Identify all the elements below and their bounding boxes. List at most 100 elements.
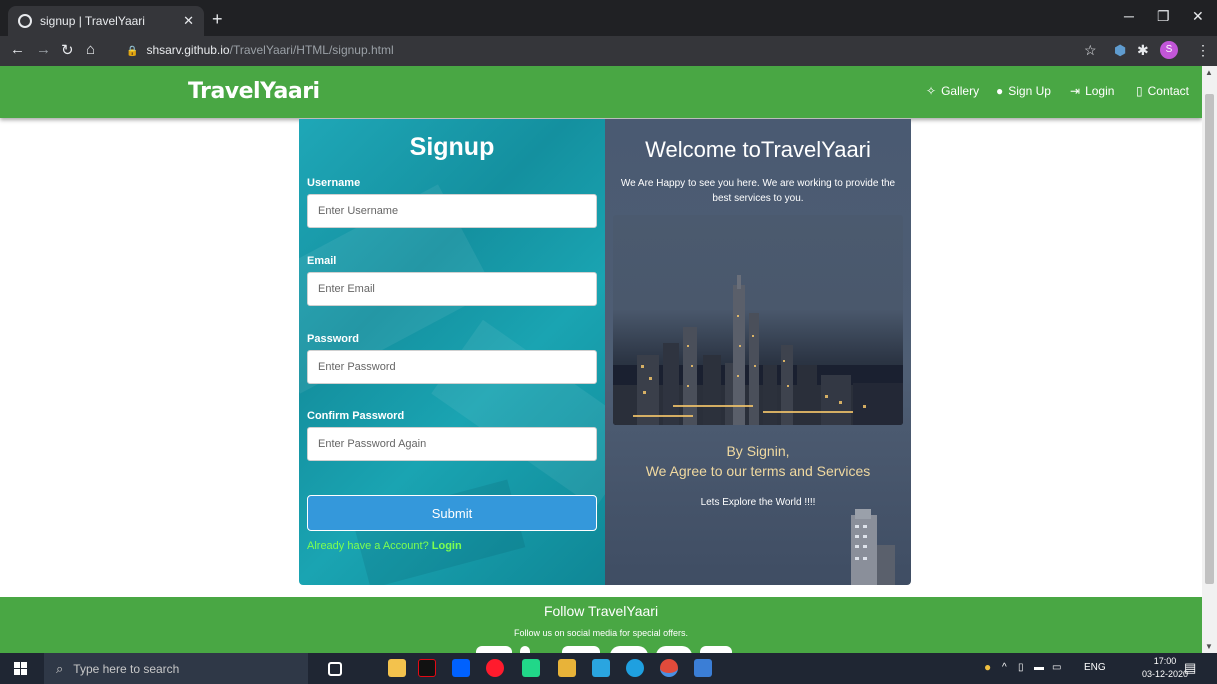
forward-icon[interactable]: → xyxy=(36,41,51,58)
url-host: shsarv.github.io xyxy=(146,43,230,57)
phone-icon: ▯ xyxy=(1136,84,1143,98)
site-header: TravelYaari ✧ Gallery ● Sign Up ⇥ Login ▯ Co… xyxy=(0,66,1202,118)
opera-icon[interactable] xyxy=(486,659,504,677)
word-icon[interactable] xyxy=(694,659,712,677)
signup-form-pane: Signup Username Email Password Confirm P… xyxy=(299,119,647,585)
password-input[interactable] xyxy=(307,350,597,384)
confirm-password-input[interactable] xyxy=(307,427,597,461)
footer-subtitle: Follow us on social media for special of… xyxy=(514,628,688,638)
clock-time: 17:00 xyxy=(1153,656,1177,666)
home-icon[interactable]: ⌂ xyxy=(86,41,95,58)
tab-close-icon[interactable]: ✕ xyxy=(183,13,194,29)
social-linkedin-icon[interactable] xyxy=(656,646,692,653)
taskbar-search-placeholder: Type here to search xyxy=(73,661,180,676)
help-icon[interactable]: ● xyxy=(984,660,991,674)
url-path: /TravelYaari/HTML/signup.html xyxy=(229,43,394,57)
scroll-up-icon[interactable]: ▲ xyxy=(1205,68,1213,77)
nav-login-label: Login xyxy=(1085,84,1115,98)
agree-terms-text: We Agree to our terms and Services xyxy=(645,463,871,479)
social-facebook-icon[interactable] xyxy=(476,646,512,653)
site-logo[interactable]: TravelYaari xyxy=(188,79,320,104)
lock-icon: 🔒 xyxy=(126,46,139,57)
email-input[interactable] xyxy=(307,272,597,306)
globe-icon xyxy=(18,14,32,28)
password-label: Password xyxy=(307,333,359,345)
have-account-text: Already have a Account? Login xyxy=(307,540,462,552)
user-icon: ● xyxy=(996,84,1004,98)
search-icon: ⌕ xyxy=(56,660,64,676)
extensions-puzzle-icon[interactable]: ✱ xyxy=(1137,42,1149,59)
login-link[interactable]: Login xyxy=(432,540,462,552)
dropbox-icon[interactable] xyxy=(452,659,470,677)
file-explorer-icon[interactable] xyxy=(388,659,406,677)
confirm-password-label: Confirm Password xyxy=(307,410,405,422)
social-youtube-icon[interactable] xyxy=(610,646,648,653)
email-label: Email xyxy=(307,255,337,267)
social-twitter-icon[interactable] xyxy=(520,646,530,653)
welcome-title: Welcome toTravelYaari xyxy=(645,137,871,162)
page-viewport: TravelYaari ✧ Gallery ● Sign Up ⇥ Login ▯ Co… xyxy=(0,66,1217,653)
page-scrollbar[interactable]: ▲ ▼ xyxy=(1202,66,1217,653)
notification-icon[interactable]: ▤ xyxy=(1184,660,1196,676)
nav-signup[interactable]: ● Sign Up xyxy=(996,84,1051,98)
nav-gallery-label: Gallery xyxy=(941,84,980,98)
social-instagram-icon[interactable] xyxy=(562,646,600,653)
chrome-icon[interactable] xyxy=(660,659,678,677)
signup-title: Signup xyxy=(409,133,495,161)
tab-title: signup | TravelYaari xyxy=(40,14,145,28)
store-icon[interactable] xyxy=(558,659,576,677)
have-account-label: Already have a Account? xyxy=(307,540,429,552)
minimize-icon[interactable]: ─ xyxy=(1124,8,1134,24)
maximize-icon[interactable]: ❐ xyxy=(1157,8,1170,25)
pycharm-icon[interactable] xyxy=(522,659,540,677)
login-icon: ⇥ xyxy=(1070,84,1081,98)
extension-icon[interactable]: ⬢ xyxy=(1114,42,1126,59)
social-github-icon[interactable] xyxy=(700,646,732,653)
city-skyline-graphic xyxy=(613,275,903,425)
keyboard-icon[interactable]: ▭ xyxy=(1052,662,1061,673)
scroll-down-icon[interactable]: ▼ xyxy=(1205,642,1213,651)
battery-icon[interactable]: ▬ xyxy=(1034,662,1044,673)
nav-contact-label: Contact xyxy=(1147,84,1189,98)
new-tab-icon[interactable]: + xyxy=(212,9,223,30)
taskbar-clock[interactable]: 17:00 03-12-2020 xyxy=(1142,655,1188,681)
terms-notice: By Signin, We Agree to our terms and Ser… xyxy=(605,441,911,481)
taskbar-search[interactable]: ⌕ Type here to search xyxy=(44,653,308,684)
tray-chevron-icon[interactable]: ^ xyxy=(1002,662,1007,673)
menu-kebab-icon[interactable]: ⋮ xyxy=(1196,42,1210,59)
username-label: Username xyxy=(307,177,361,189)
windows-start-icon[interactable] xyxy=(14,662,27,675)
url-field[interactable]: 🔒 shsarv.github.io/TravelYaari/HTML/signu… xyxy=(126,43,394,57)
signup-card: Signup Username Email Password Confirm P… xyxy=(299,119,911,585)
browser-tab[interactable]: signup | TravelYaari ✕ xyxy=(8,6,204,36)
netflix-icon[interactable] xyxy=(418,659,436,677)
nav-signup-label: Sign Up xyxy=(1008,84,1051,98)
nav-contact[interactable]: ▯ Contact xyxy=(1136,84,1189,98)
welcome-text: We Are Happy to see you here. We are wor… xyxy=(620,178,896,204)
tower-graphic xyxy=(851,509,895,585)
back-icon[interactable]: ← xyxy=(10,41,25,58)
gallery-icon: ✧ xyxy=(926,84,937,98)
username-input[interactable] xyxy=(307,194,597,228)
profile-avatar[interactable]: S xyxy=(1160,41,1178,59)
mail-icon[interactable] xyxy=(592,659,610,677)
windows-taskbar: ⌕ Type here to search ● ^ ▯ ▬ ▭ ENG 17:0… xyxy=(0,653,1217,684)
browser-tab-bar: signup | TravelYaari ✕ + ─ ❐ ✕ xyxy=(0,0,1217,36)
footer-title: Follow TravelYaari xyxy=(543,603,659,619)
clock-date: 03-12-2020 xyxy=(1142,669,1189,679)
site-footer: Follow TravelYaari Follow us on social m… xyxy=(0,597,1202,653)
submit-button[interactable]: Submit xyxy=(307,495,597,531)
task-view-icon[interactable] xyxy=(328,662,342,676)
edge-icon[interactable] xyxy=(626,659,644,677)
close-window-icon[interactable]: ✕ xyxy=(1192,8,1204,25)
nav-login[interactable]: ⇥ Login xyxy=(1070,84,1114,98)
by-signin-text: By Signin, xyxy=(726,443,790,459)
language-indicator[interactable]: ENG xyxy=(1084,662,1106,673)
city-skyline-image xyxy=(613,215,903,425)
reload-icon[interactable]: ↻ xyxy=(61,41,74,59)
welcome-pane: Welcome toTravelYaari We Are Happy to se… xyxy=(605,119,911,585)
scrollbar-thumb[interactable] xyxy=(1205,94,1214,584)
network-icon[interactable]: ▯ xyxy=(1018,662,1024,673)
nav-gallery[interactable]: ✧ Gallery xyxy=(926,84,979,98)
bookmark-star-icon[interactable]: ☆ xyxy=(1084,42,1097,59)
